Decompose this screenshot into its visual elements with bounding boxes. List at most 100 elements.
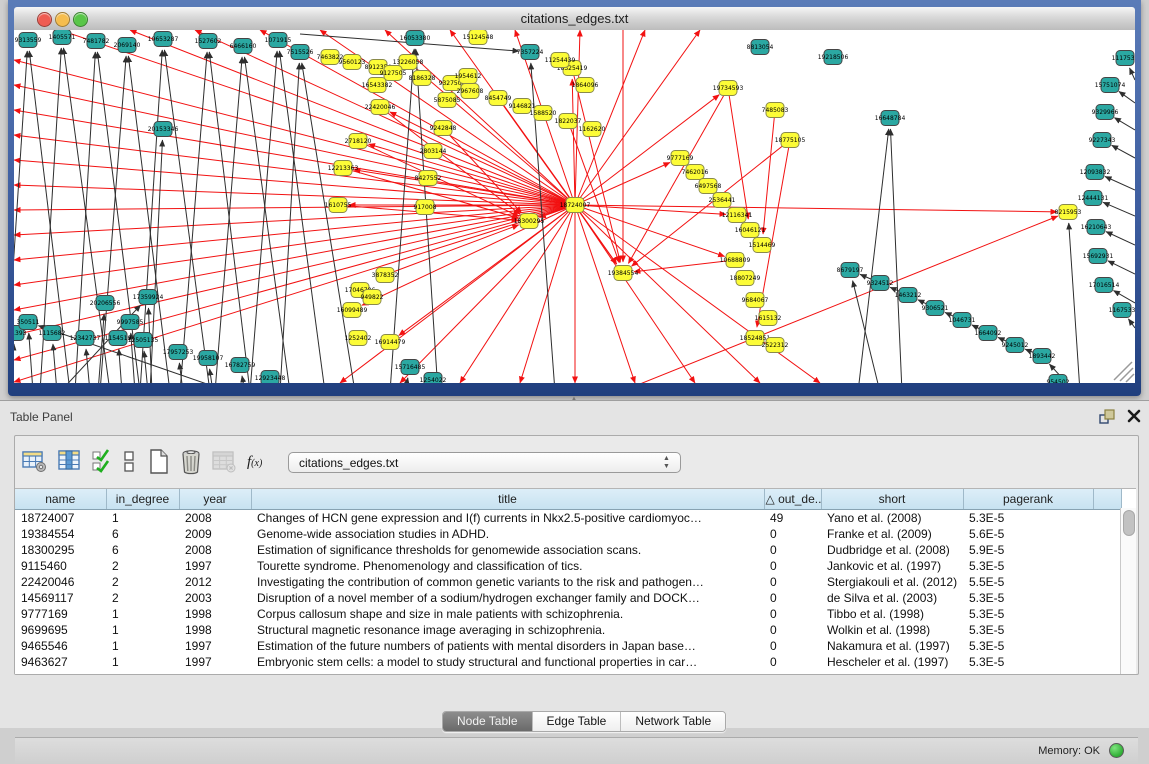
graph-node[interactable]: 20206556 [90, 296, 121, 311]
graph-node[interactable]: 18807249 [730, 271, 761, 286]
graph-node[interactable]: 2069140 [114, 38, 141, 53]
table-row[interactable]: 1456911722003Disruption of a novel membe… [15, 590, 1121, 606]
graph-node[interactable]: 19384554 [608, 266, 639, 281]
graph-node[interactable]: 1167533 [1109, 303, 1135, 318]
graph-node[interactable]: 19958107 [193, 351, 224, 366]
graph-node[interactable]: 1864096 [572, 78, 599, 93]
graph-node[interactable]: 6466160 [230, 39, 257, 54]
table-row[interactable]: 2242004622012Investigating the contribut… [15, 574, 1121, 590]
table-cell: 1 [106, 638, 179, 654]
vertical-scrollbar[interactable] [1120, 508, 1136, 674]
scrollbar-thumb[interactable] [1123, 510, 1135, 536]
column-header-title[interactable]: title [251, 489, 764, 510]
graph-node[interactable]: 350511 [17, 315, 40, 330]
column-header-in_degree[interactable]: in_degree [106, 489, 179, 510]
graph-node[interactable]: 10653287 [148, 32, 179, 47]
graph-node[interactable]: 1893442 [1029, 349, 1056, 364]
graph-node[interactable]: 12444131 [1078, 191, 1109, 206]
graph-node[interactable]: 8679197 [837, 263, 864, 278]
table-header-row: namein_degreeyeartitle△ out_de...shortpa… [15, 489, 1121, 510]
table-row[interactable]: 1938455462009Genome-wide association stu… [15, 526, 1121, 542]
graph-node[interactable]: 8813054 [747, 40, 774, 55]
graph-node[interactable]: 917008 [414, 200, 437, 215]
graph-node[interactable]: 1115682 [39, 326, 66, 341]
canvas-resize-grip[interactable] [1114, 362, 1134, 382]
graph-node[interactable]: 12116341 [722, 208, 753, 223]
graph-node[interactable]: 7481782 [83, 34, 110, 49]
column-header-name[interactable]: name [15, 489, 106, 510]
graph-node[interactable]: 1664092 [975, 326, 1002, 341]
graph-node[interactable]: 7485083 [762, 103, 789, 118]
graph-node[interactable]: 8215953 [1055, 205, 1082, 220]
column-header-pagerank[interactable]: pagerank [963, 489, 1093, 510]
graph-node[interactable]: 7462016 [682, 165, 709, 180]
graph-node[interactable]: 9329966 [1092, 105, 1119, 120]
graph-node[interactable]: 16648784 [875, 111, 906, 126]
table-row[interactable]: 911546021997Tourette syndrome. Phenomeno… [15, 558, 1121, 574]
tab-edge-table[interactable]: Edge Table [533, 712, 622, 731]
graph-node[interactable]: 16053380 [400, 31, 431, 46]
table-row[interactable]: 946362711997Embryonic stem cells: a mode… [15, 654, 1121, 670]
graph-node[interactable]: 1046731 [949, 313, 976, 328]
tab-node-table[interactable]: Node Table [443, 712, 533, 731]
graph-node[interactable]: 2536441 [709, 193, 736, 208]
graph-node[interactable]: 9777169 [667, 151, 694, 166]
graph-node[interactable]: 9997585 [117, 315, 144, 330]
close-panel-icon[interactable] [1126, 408, 1142, 424]
column-header-out_de[interactable]: △ out_de... [764, 489, 821, 510]
graph-node[interactable]: 9306521 [922, 301, 949, 316]
float-panel-icon[interactable] [1098, 408, 1116, 426]
table-row[interactable]: 969969511998Structural magnetic resonanc… [15, 622, 1121, 638]
graph-node[interactable]: 949822 [361, 290, 384, 305]
graph-node[interactable]: 19734593 [713, 81, 744, 96]
network-canvas[interactable]: 9313559 1405571 7481782 2069140 10653287 1527… [14, 30, 1135, 383]
show-column-icon[interactable] [57, 448, 85, 476]
graph-node[interactable]: 1162620 [579, 122, 606, 137]
graph-node[interactable]: 17016514 [1089, 278, 1120, 293]
new-table-icon[interactable] [146, 448, 174, 476]
table-selector-dropdown[interactable]: citations_edges.txt ▲▼ [288, 452, 681, 473]
table-row[interactable]: 977716911998Corpus callosum shape and si… [15, 606, 1121, 622]
graph-node[interactable]: 16782759 [225, 358, 256, 373]
graph-node[interactable]: 16046121 [735, 223, 766, 238]
table-row[interactable]: 1872400712008Changes of HCN gene express… [15, 510, 1121, 527]
graph-node[interactable]: 1463212 [895, 288, 922, 303]
graph-node[interactable]: 9227343 [1089, 133, 1116, 148]
table-settings-icon[interactable] [21, 448, 49, 476]
select-all-icon[interactable] [91, 448, 113, 476]
graph-node[interactable]: 19218506 [818, 50, 849, 65]
graph-node[interactable]: 18775105 [775, 133, 806, 148]
graph-node[interactable]: 954502 [1047, 375, 1070, 384]
window-titlebar[interactable]: citations_edges.txt [14, 7, 1135, 31]
column-header-year[interactable]: year [179, 489, 251, 510]
graph-node-label: 1588520 [530, 110, 557, 117]
graph-node[interactable]: 17957253 [163, 345, 194, 360]
graph-node[interactable]: 1254022 [420, 373, 447, 384]
column-header-short[interactable]: short [821, 489, 963, 510]
graph-node[interactable]: 9324512 [867, 276, 894, 291]
graph-node[interactable]: 6497568 [695, 179, 722, 194]
graph-node[interactable]: 15751074 [1095, 78, 1126, 93]
graph-node[interactable]: 10688809 [720, 253, 751, 268]
graph-node[interactable]: 15124548 [463, 30, 494, 45]
graph-node[interactable]: 1615132 [755, 311, 782, 326]
delete-table-icon[interactable] [178, 448, 206, 476]
graph-node[interactable]: 1610755 [325, 198, 352, 213]
graph-node[interactable]: 1514469 [749, 238, 776, 253]
graph-node[interactable]: 9313559 [15, 33, 42, 48]
table-row[interactable]: 946554611997Estimation of the future num… [15, 638, 1121, 654]
table-row[interactable]: 1830029562008Estimation of significance … [15, 542, 1121, 558]
graph-node[interactable]: 1527602 [195, 34, 222, 49]
graph-node[interactable]: 9684067 [742, 293, 769, 308]
graph-node[interactable]: 8454749 [485, 91, 512, 106]
graph-node[interactable]: 1117532 [1112, 51, 1135, 66]
graph-node[interactable]: 3878352 [372, 268, 399, 283]
graph-node[interactable]: 9245012 [1002, 338, 1029, 353]
graph-node[interactable]: 1252402 [345, 331, 372, 346]
graph-node[interactable]: 1405571 [49, 30, 76, 45]
graph-node[interactable]: 9242848 [430, 121, 457, 136]
clear-selection-icon[interactable] [121, 448, 137, 476]
graph-node[interactable]: 12213363 [328, 161, 359, 176]
function-builder-icon[interactable]: f(x) [247, 448, 275, 476]
tab-network-table[interactable]: Network Table [621, 712, 725, 731]
